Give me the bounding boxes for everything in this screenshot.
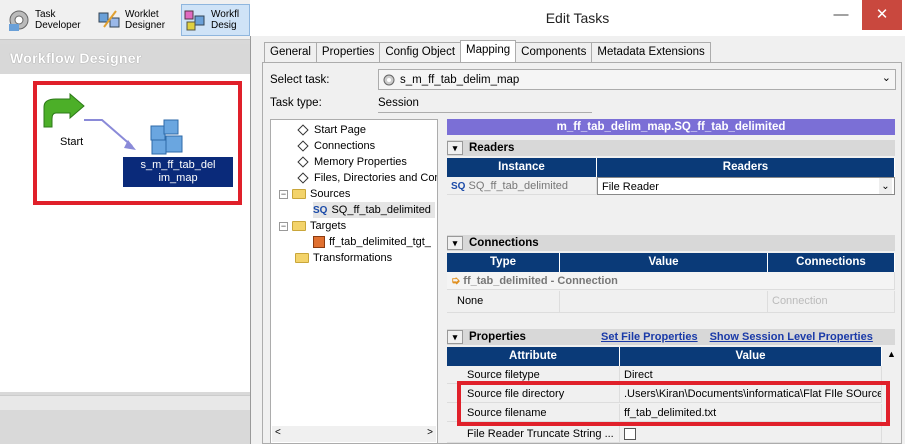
- tree-item-ff-tab-delimited-tgt[interactable]: ff_tab_delimited_tgt_: [313, 234, 431, 250]
- highlight-box-workflow: [33, 81, 242, 205]
- chevron-down-icon[interactable]: ⌄: [879, 178, 892, 194]
- tree-item-files-directories[interactable]: Files, Directories and Com: [297, 170, 438, 186]
- connection-value-cell[interactable]: [560, 291, 768, 313]
- collapse-connections-icon[interactable]: ▾: [447, 236, 463, 250]
- tree-item-label: Start Page: [314, 124, 366, 136]
- mapping-instance-header: m_ff_tab_delim_map.SQ_ff_tab_delimited: [447, 119, 895, 135]
- collapse-icon[interactable]: −: [279, 221, 288, 231]
- task-developer-label: Task Developer: [35, 9, 81, 31]
- workflow-designer-button[interactable]: Workfl Desig: [181, 4, 250, 36]
- dialog-title: Edit Tasks: [545, 10, 610, 26]
- tree-item-label: Files, Directories and Com: [314, 172, 438, 184]
- diamond-icon: [297, 156, 309, 168]
- select-task-label: Select task:: [270, 74, 330, 86]
- scroll-left-icon[interactable]: <: [275, 427, 281, 438]
- tree-item-label: Transformations: [313, 252, 393, 264]
- task-type-label: Task type:: [270, 97, 322, 109]
- tree-item-connections[interactable]: Connections: [297, 138, 375, 154]
- readers-col-readers: Readers: [597, 158, 895, 177]
- connections-col-connections: Connections: [768, 253, 895, 272]
- connection-type-cell[interactable]: None: [447, 291, 560, 313]
- diamond-icon: [297, 172, 309, 184]
- worklet-designer-button[interactable]: Worklet Designer: [96, 4, 178, 36]
- tree-item-targets[interactable]: − Targets: [279, 218, 346, 234]
- highlight-box-properties: [457, 381, 890, 426]
- collapse-readers-icon[interactable]: ▾: [447, 141, 463, 155]
- tree-item-label: Connections: [314, 140, 376, 152]
- chevron-down-icon: ⌄: [881, 72, 891, 84]
- diamond-icon: [297, 140, 309, 152]
- tab-bar: General Properties Config Object Mapping…: [264, 40, 711, 62]
- show-session-level-properties-link[interactable]: Show Session Level Properties: [710, 331, 873, 343]
- set-file-properties-link[interactable]: Set File Properties: [601, 331, 698, 343]
- property-value-truncate-string[interactable]: [620, 425, 882, 443]
- tab-mapping[interactable]: Mapping: [460, 40, 517, 62]
- tab-properties[interactable]: Properties: [315, 42, 381, 62]
- property-attr-truncate-string: File Reader Truncate String ...: [447, 425, 620, 443]
- tree-item-sq-ff-tab-delimited[interactable]: SQ SQ_ff_tab_delimited: [313, 202, 435, 218]
- tree-item-label: Memory Properties: [314, 156, 407, 168]
- workflow-designer-label: Workfl Desig: [211, 9, 240, 31]
- session-icon: [383, 74, 395, 85]
- tab-components[interactable]: Components: [515, 42, 593, 62]
- collapse-icon[interactable]: −: [279, 189, 288, 199]
- tree-item-transformations[interactable]: Transformations: [295, 250, 392, 266]
- diamond-icon: [297, 124, 309, 136]
- properties-col-attribute: Attribute: [447, 347, 620, 366]
- connections-section-title: Connections: [469, 237, 539, 249]
- worklet-designer-icon: [98, 10, 120, 28]
- readers-section-title: Readers: [469, 142, 515, 154]
- tree-item-label: Sources: [310, 188, 351, 200]
- connection-select-cell[interactable]: Connection: [768, 291, 895, 313]
- properties-col-value: Value: [620, 347, 882, 366]
- worklet-designer-label: Worklet Designer: [125, 9, 166, 31]
- reader-select-value: File Reader: [602, 181, 659, 193]
- workspace-horizontal-scrollbar[interactable]: [0, 395, 250, 410]
- connection-icon: ➭: [451, 275, 461, 287]
- scroll-right-icon[interactable]: >: [427, 427, 433, 438]
- tree-item-label: ff_tab_delimited_tgt_: [329, 236, 431, 248]
- collapse-properties-icon[interactable]: ▾: [447, 330, 463, 344]
- tree-item-start-page[interactable]: Start Page: [297, 122, 366, 138]
- tree-horizontal-scrollbar[interactable]: < >: [272, 426, 436, 442]
- tree-item-label: SQ_ff_tab_delimited: [331, 204, 431, 216]
- tab-config-object[interactable]: Config Object: [379, 42, 462, 62]
- tree-item-memory-properties[interactable]: Memory Properties: [297, 154, 407, 170]
- tab-general[interactable]: General: [264, 42, 317, 62]
- task-developer-icon: [9, 10, 29, 31]
- tab-metadata-extensions[interactable]: Metadata Extensions: [591, 42, 711, 62]
- connection-group-label: ff_tab_delimited - Connection: [463, 275, 618, 287]
- connections-col-value: Value: [560, 253, 768, 272]
- folder-icon: [292, 221, 306, 231]
- navigation-tree: Start Page Connections Memory Properties…: [270, 119, 438, 444]
- workflow-designer-title: Workflow Designer: [0, 44, 250, 74]
- folder-icon: [295, 253, 309, 263]
- workflow-designer-icon: [184, 10, 205, 31]
- minimize-icon[interactable]: —: [824, 0, 858, 30]
- tree-item-sources[interactable]: − Sources: [279, 186, 350, 202]
- connections-col-type: Type: [447, 253, 560, 272]
- folder-icon: [292, 189, 306, 199]
- truncate-string-checkbox[interactable]: [624, 428, 636, 440]
- designer-toolbar: Task Developer Worklet Designer Workfl D…: [0, 0, 250, 40]
- readers-instance-cell: SQ SQ_ff_tab_delimited: [447, 177, 597, 195]
- target-icon: [313, 236, 325, 248]
- connection-group-row: ➭ ff_tab_delimited - Connection: [447, 272, 895, 290]
- readers-col-instance: Instance: [447, 158, 597, 177]
- source-qualifier-icon: SQ: [451, 181, 466, 192]
- connections-section-header: ▾ Connections: [447, 235, 895, 251]
- close-icon[interactable]: ✕: [862, 0, 902, 30]
- task-type-value: Session: [378, 95, 592, 113]
- readers-instance-value: SQ_ff_tab_delimited: [468, 180, 568, 192]
- task-developer-button[interactable]: Task Developer: [6, 4, 92, 36]
- select-task-dropdown[interactable]: s_m_ff_tab_delim_map ⌄: [378, 69, 896, 90]
- readers-section-header: ▾ Readers: [447, 140, 895, 156]
- tree-item-label: Targets: [310, 220, 347, 232]
- source-qualifier-icon: SQ: [313, 204, 328, 216]
- scroll-up-icon[interactable]: ▲: [887, 349, 896, 359]
- reader-select[interactable]: File Reader ⌄: [597, 177, 895, 195]
- select-task-value: s_m_ff_tab_delim_map: [400, 73, 520, 86]
- properties-section-title: Properties: [469, 331, 526, 343]
- properties-section-header: ▾ Properties Set File Properties Show Se…: [447, 329, 895, 345]
